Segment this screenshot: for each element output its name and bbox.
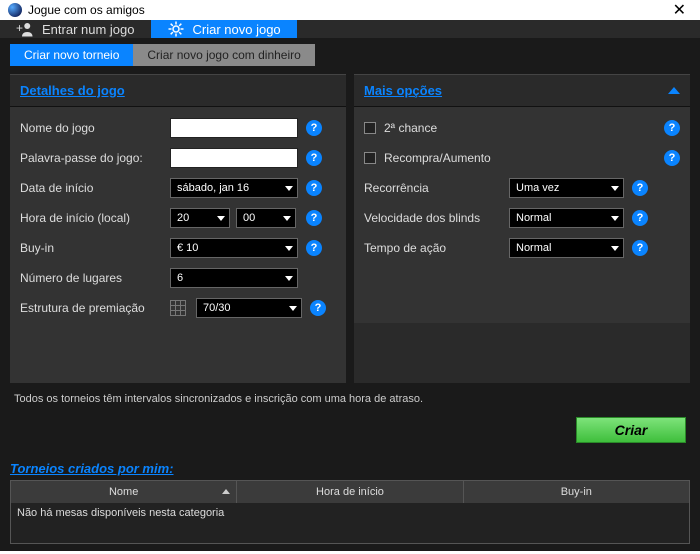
seats-select[interactable]: 6	[170, 268, 298, 288]
window-title: Jogue com os amigos	[28, 3, 145, 17]
rebuy-label: Recompra/Aumento	[384, 151, 656, 165]
collapse-icon[interactable]	[668, 87, 680, 94]
start-time-label: Hora de início (local)	[20, 211, 170, 225]
second-chance-checkbox[interactable]	[364, 122, 376, 134]
help-icon[interactable]: ?	[306, 210, 322, 226]
join-game-label: Entrar num jogo	[42, 22, 135, 37]
help-icon[interactable]: ?	[664, 150, 680, 166]
buyin-select[interactable]: € 10	[170, 238, 298, 258]
my-tournaments-title: Torneios criados por mim:	[10, 457, 690, 480]
buyin-label: Buy-in	[20, 241, 170, 255]
action-bar: Criar	[0, 411, 700, 453]
blind-speed-select[interactable]: Normal	[509, 208, 624, 228]
rebuy-checkbox[interactable]	[364, 152, 376, 164]
help-icon[interactable]: ?	[306, 150, 322, 166]
titlebar: Jogue com os amigos ✕	[0, 0, 700, 20]
table-empty-message: Não há mesas disponíveis nesta categoria	[11, 503, 689, 543]
col-name[interactable]: Nome	[11, 481, 237, 503]
close-button[interactable]: ✕	[667, 0, 692, 20]
second-chance-label: 2ª chance	[384, 121, 656, 135]
help-icon[interactable]: ?	[306, 180, 322, 196]
svg-text:+: +	[16, 21, 23, 35]
app-window: Jogue com os amigos ✕ + Entrar num jogo …	[0, 0, 700, 551]
payout-select[interactable]: 70/30	[196, 298, 302, 318]
sort-asc-icon	[222, 489, 230, 494]
recurrence-select[interactable]: Uma vez	[509, 178, 624, 198]
action-time-select[interactable]: Normal	[509, 238, 624, 258]
game-details-panel: Detalhes do jogo Nome do jogo ? Palavra-…	[10, 74, 346, 383]
help-icon[interactable]: ?	[664, 120, 680, 136]
more-options-panel: Mais opções 2ª chance ? Recompra/Aumento…	[354, 74, 690, 383]
my-tournaments-section: Torneios criados por mim: Nome Hora de i…	[0, 453, 700, 554]
password-input[interactable]	[170, 148, 298, 168]
more-options-title: Mais opções	[364, 83, 442, 98]
password-label: Palavra-passe do jogo:	[20, 151, 170, 165]
game-name-label: Nome do jogo	[20, 121, 170, 135]
help-icon[interactable]: ?	[306, 240, 322, 256]
action-time-label: Tempo de ação	[364, 241, 509, 255]
tab-new-tournament[interactable]: Criar novo torneio	[10, 44, 133, 66]
col-start-time[interactable]: Hora de início	[237, 481, 463, 503]
gear-icon	[167, 20, 185, 38]
help-icon[interactable]: ?	[306, 120, 322, 136]
seats-label: Número de lugares	[20, 271, 170, 285]
game-name-input[interactable]	[170, 118, 298, 138]
person-plus-icon: +	[16, 20, 34, 38]
blind-speed-label: Velocidade dos blinds	[364, 211, 509, 225]
start-hour-select[interactable]: 20	[170, 208, 230, 228]
my-tournaments-table: Nome Hora de início Buy-in Não há mesas …	[10, 480, 690, 544]
main-toolbar: + Entrar num jogo Criar novo jogo	[0, 20, 700, 38]
start-date-label: Data de início	[20, 181, 170, 195]
start-minute-select[interactable]: 00	[236, 208, 296, 228]
col-buyin[interactable]: Buy-in	[464, 481, 689, 503]
tab-new-cash-game[interactable]: Criar novo jogo com dinheiro	[133, 44, 314, 66]
help-icon[interactable]: ?	[632, 180, 648, 196]
payout-label: Estrutura de premiação	[20, 301, 170, 315]
content-area: Detalhes do jogo Nome do jogo ? Palavra-…	[0, 66, 700, 387]
game-details-title: Detalhes do jogo	[20, 83, 125, 98]
create-game-label: Criar novo jogo	[193, 22, 281, 37]
create-game-button[interactable]: Criar novo jogo	[151, 20, 297, 38]
help-icon[interactable]: ?	[632, 240, 648, 256]
sub-tabs: Criar novo torneio Criar novo jogo com d…	[0, 44, 700, 66]
join-game-button[interactable]: + Entrar num jogo	[0, 20, 151, 38]
footer-note: Todos os torneios têm intervalos sincron…	[0, 387, 700, 411]
grid-icon[interactable]	[170, 300, 186, 316]
recurrence-label: Recorrência	[364, 181, 509, 195]
app-icon	[8, 3, 22, 17]
create-button[interactable]: Criar	[576, 417, 686, 443]
help-icon[interactable]: ?	[632, 210, 648, 226]
start-date-select[interactable]: sábado, jan 16	[170, 178, 298, 198]
help-icon[interactable]: ?	[310, 300, 326, 316]
